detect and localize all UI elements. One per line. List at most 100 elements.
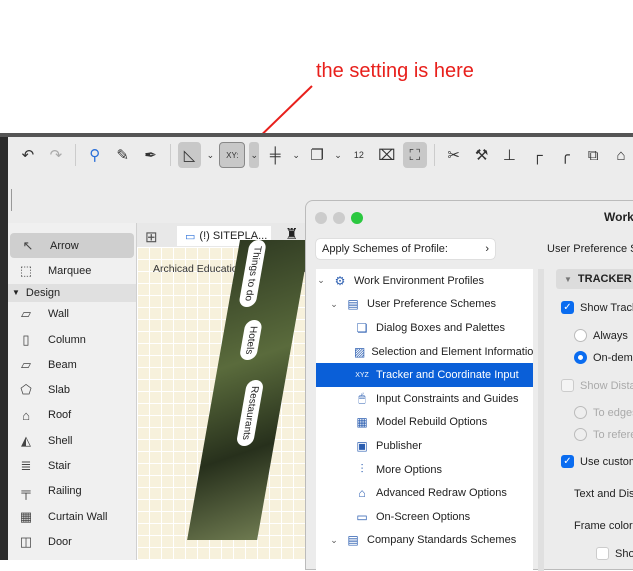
- guide-lines-icon[interactable]: ◺: [177, 142, 202, 168]
- tracker-icon[interactable]: XY:: [219, 142, 246, 168]
- map-pill-restaurants[interactable]: Restaurants: [235, 380, 265, 446]
- disclosure-icon: ▼: [564, 274, 572, 284]
- grid-view-icon[interactable]: ⊞: [145, 228, 158, 246]
- chevron-down-icon[interactable]: ⌄: [333, 150, 343, 161]
- map-pill-hotels[interactable]: Hotels: [238, 320, 263, 361]
- redraw-icon: ⌂: [358, 486, 366, 501]
- chevron-down-icon[interactable]: ⌄: [329, 535, 339, 546]
- roof-icon[interactable]: ⌂: [609, 142, 633, 168]
- tree-item[interactable]: ▭ On-Screen Options: [316, 505, 533, 529]
- chevron-down-icon[interactable]: ⌄: [316, 275, 326, 286]
- tree-item[interactable]: ▦ Model Rebuild Options: [316, 411, 533, 435]
- tree-item[interactable]: 🖱 Input Constraints and Guides: [316, 387, 533, 411]
- snap-guides-icon[interactable]: ╪: [263, 142, 287, 168]
- tree-item-user-preference-schemes[interactable]: ⌄ ▤ User Preference Schemes: [316, 293, 533, 317]
- folder-icon: ▭: [185, 230, 196, 243]
- door-icon: ◫: [19, 533, 33, 549]
- chevron-down-icon[interactable]: ⌄: [329, 299, 339, 310]
- tree-item[interactable]: ▨ Selection and Element Informatio: [316, 340, 533, 364]
- tree-item[interactable]: ⫶ More Options: [316, 458, 533, 482]
- cross-icon[interactable]: ⌧: [375, 142, 399, 168]
- tool-curtain-wall[interactable]: ▦ Curtain Wall: [8, 504, 136, 529]
- intersect-icon[interactable]: ┌: [525, 142, 549, 168]
- curtain-wall-icon: ▦: [19, 508, 33, 524]
- apply-schemes-button[interactable]: Apply Schemes of Profile: ›: [316, 239, 495, 259]
- tool-roof[interactable]: ⌂ Roof: [8, 403, 136, 428]
- tree-item-company-standards-schemes[interactable]: ⌄ ▤ Company Standards Schemes: [316, 529, 533, 553]
- column-icon: ▯: [22, 331, 30, 347]
- layers-view-icon[interactable]: ❐: [305, 142, 329, 168]
- on-demand-radio[interactable]: On-dema: [574, 351, 633, 364]
- dialog-boxes-icon: ❏: [356, 320, 368, 335]
- tool-slab[interactable]: ⬠ Slab: [8, 377, 136, 402]
- monitor-icon: ▭: [356, 509, 368, 524]
- resize-icon[interactable]: ⧉: [581, 142, 605, 168]
- company-scheme-icon: ▤: [347, 533, 359, 548]
- minimize-button[interactable]: [333, 212, 345, 224]
- tree-item[interactable]: ▣ Publisher: [316, 434, 533, 458]
- dimension-icon[interactable]: 12: [347, 142, 371, 168]
- chevron-down-icon: ▼: [12, 288, 20, 298]
- settings-tree: ⌄ ⚙ Work Environment Profiles ⌄ ▤ User Prefe…: [316, 269, 533, 571]
- pick-up-parameters-icon[interactable]: ✎: [111, 142, 135, 168]
- always-radio[interactable]: Always: [574, 329, 628, 342]
- tree-item[interactable]: ⌂ Advanced Redraw Options: [316, 481, 533, 505]
- checkbox-box: [561, 379, 574, 392]
- tree-item[interactable]: ❏ Dialog Boxes and Palettes: [316, 316, 533, 340]
- tree-item-work-environment-profiles[interactable]: ⌄ ⚙ Work Environment Profiles: [316, 269, 533, 293]
- undo-icon[interactable]: ↶: [16, 142, 40, 168]
- use-custom-checkbox[interactable]: ✓ Use custom: [561, 455, 633, 468]
- tool-beam[interactable]: ⏥ Beam: [8, 352, 136, 377]
- edit-selection-icon[interactable]: ⛶: [402, 142, 427, 168]
- stair-icon: ≣: [20, 458, 32, 474]
- tool-column[interactable]: ▯ Column: [8, 327, 136, 352]
- pane-splitter[interactable]: [538, 269, 544, 571]
- model-rebuild-icon: ▦: [356, 415, 368, 430]
- chevron-down-icon[interactable]: ⌄: [205, 150, 215, 161]
- railing-icon: ╤: [21, 483, 31, 499]
- checkmark-icon: ✓: [561, 455, 574, 468]
- to-reference-radio[interactable]: To refere: [574, 428, 633, 441]
- show-checkbox[interactable]: Show: [596, 547, 633, 560]
- to-edges-radio[interactable]: To edges: [574, 406, 633, 419]
- tool-shell[interactable]: ◭ Shell: [8, 428, 136, 453]
- dialog-title: Work: [604, 210, 633, 224]
- chevron-down-icon[interactable]: ⌄: [291, 150, 301, 161]
- find-select-icon[interactable]: ⚲: [83, 142, 107, 168]
- split-icon[interactable]: ✂: [442, 142, 466, 168]
- show-distance-checkbox[interactable]: Show Distar: [561, 379, 633, 392]
- show-tracker-checkbox[interactable]: ✓Show Tracke: [561, 301, 633, 314]
- close-button[interactable]: [315, 212, 327, 224]
- tool-arrow[interactable]: ↖ Arrow: [10, 233, 134, 259]
- work-environment-dialog: Work Apply Schemes of Profile: › User Pre…: [305, 200, 633, 571]
- tool-door[interactable]: ◫ Door: [8, 529, 136, 554]
- frame-color-label: Frame color:: [574, 520, 633, 532]
- elevate-icon[interactable]: ⊥: [498, 142, 522, 168]
- tool-stair[interactable]: ≣ Stair: [8, 453, 136, 478]
- beam-icon: ⏥: [21, 356, 31, 372]
- inject-parameters-icon[interactable]: ✒: [139, 142, 163, 168]
- toolbar: ↶ ↷ ⚲ ✎ ✒ ◺ ⌄ XY: ⌄ ╪ ⌄ ❐ ⌄ 12 ⌧ ⛶ ✂ ⚒ ⊥…: [8, 137, 633, 173]
- tool-wall[interactable]: ▱ Wall: [8, 302, 136, 327]
- checkbox-box: [596, 547, 609, 560]
- adjust-icon[interactable]: ⚒: [470, 142, 494, 168]
- arrow-icon: ↖: [22, 237, 34, 253]
- divider: [11, 189, 12, 211]
- publisher-icon: ▣: [356, 438, 368, 453]
- tool-marquee[interactable]: ⬚ Marquee: [8, 258, 136, 283]
- fillet-icon[interactable]: ╭: [553, 142, 577, 168]
- zoom-button[interactable]: [351, 212, 363, 224]
- redo-icon[interactable]: ↷: [44, 142, 68, 168]
- separator: [169, 144, 171, 166]
- map-pill-things-to-do[interactable]: Things to do: [238, 240, 267, 308]
- toolbox: ↖ Arrow ⬚ Marquee ▼ Design ▱ Wall ▯ Column ⏥ B…: [8, 223, 137, 560]
- roof-icon: ⌂: [22, 407, 30, 423]
- separator: [74, 144, 76, 166]
- chevron-down-icon[interactable]: ⌄: [249, 142, 260, 168]
- tree-item-tracker-selected[interactable]: XYZ Tracker and Coordinate Input: [316, 363, 533, 387]
- section-header[interactable]: ▼TRACKER A: [556, 269, 633, 289]
- radio-circle: [574, 329, 587, 342]
- group-design[interactable]: ▼ Design: [8, 283, 136, 302]
- tracker-icon: XYZ: [355, 371, 369, 379]
- tool-railing[interactable]: ╤ Railing: [8, 479, 136, 504]
